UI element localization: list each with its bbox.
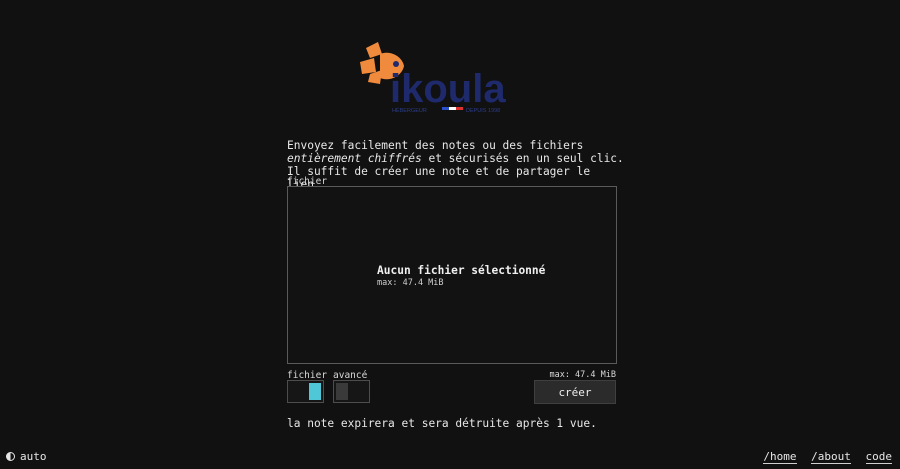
theme-toggle[interactable]: auto (6, 450, 47, 463)
footer-link-code[interactable]: code (865, 450, 892, 464)
logo-tagline-left: HÉBERGEUR (392, 107, 427, 114)
logo-tagline-right: DEPUIS 1998 (466, 108, 500, 114)
page: ikoula HÉBERGEUR DEPUIS 1998 Envoyez fac… (0, 0, 900, 469)
intro-text-emphasis: entièrement chiffrés (287, 152, 422, 165)
toggle-knob (336, 383, 348, 400)
toggle-file-mode[interactable] (287, 380, 324, 403)
footer-links: /home /about code (755, 450, 892, 464)
logo-wordmark: ikoula (390, 67, 506, 111)
expiry-text: la note expirera et sera détruite après … (287, 417, 597, 430)
theme-label: auto (20, 450, 47, 463)
toggle-knob (309, 383, 321, 400)
dropzone-max-size: max: 47.4 MiB (377, 278, 444, 288)
intro-text-part-1: Envoyez facilement des notes ou des fich… (287, 139, 584, 152)
dropzone-title: Aucun fichier sélectionné (377, 264, 546, 277)
intro-text: Envoyez facilement des notes ou des fich… (287, 139, 627, 191)
toggle-advanced-mode[interactable] (333, 380, 370, 403)
file-dropzone[interactable]: Aucun fichier sélectionné max: 47.4 MiB (287, 186, 617, 364)
create-button[interactable]: créer (534, 380, 616, 404)
half-circle-icon (6, 452, 15, 461)
ikoula-logo[interactable]: ikoula HÉBERGEUR DEPUIS 1998 (356, 40, 526, 116)
max-size-label: max: 47.4 MiB (549, 370, 616, 380)
footer-link-about[interactable]: /about (811, 450, 851, 464)
footer-link-home[interactable]: /home (763, 450, 797, 464)
